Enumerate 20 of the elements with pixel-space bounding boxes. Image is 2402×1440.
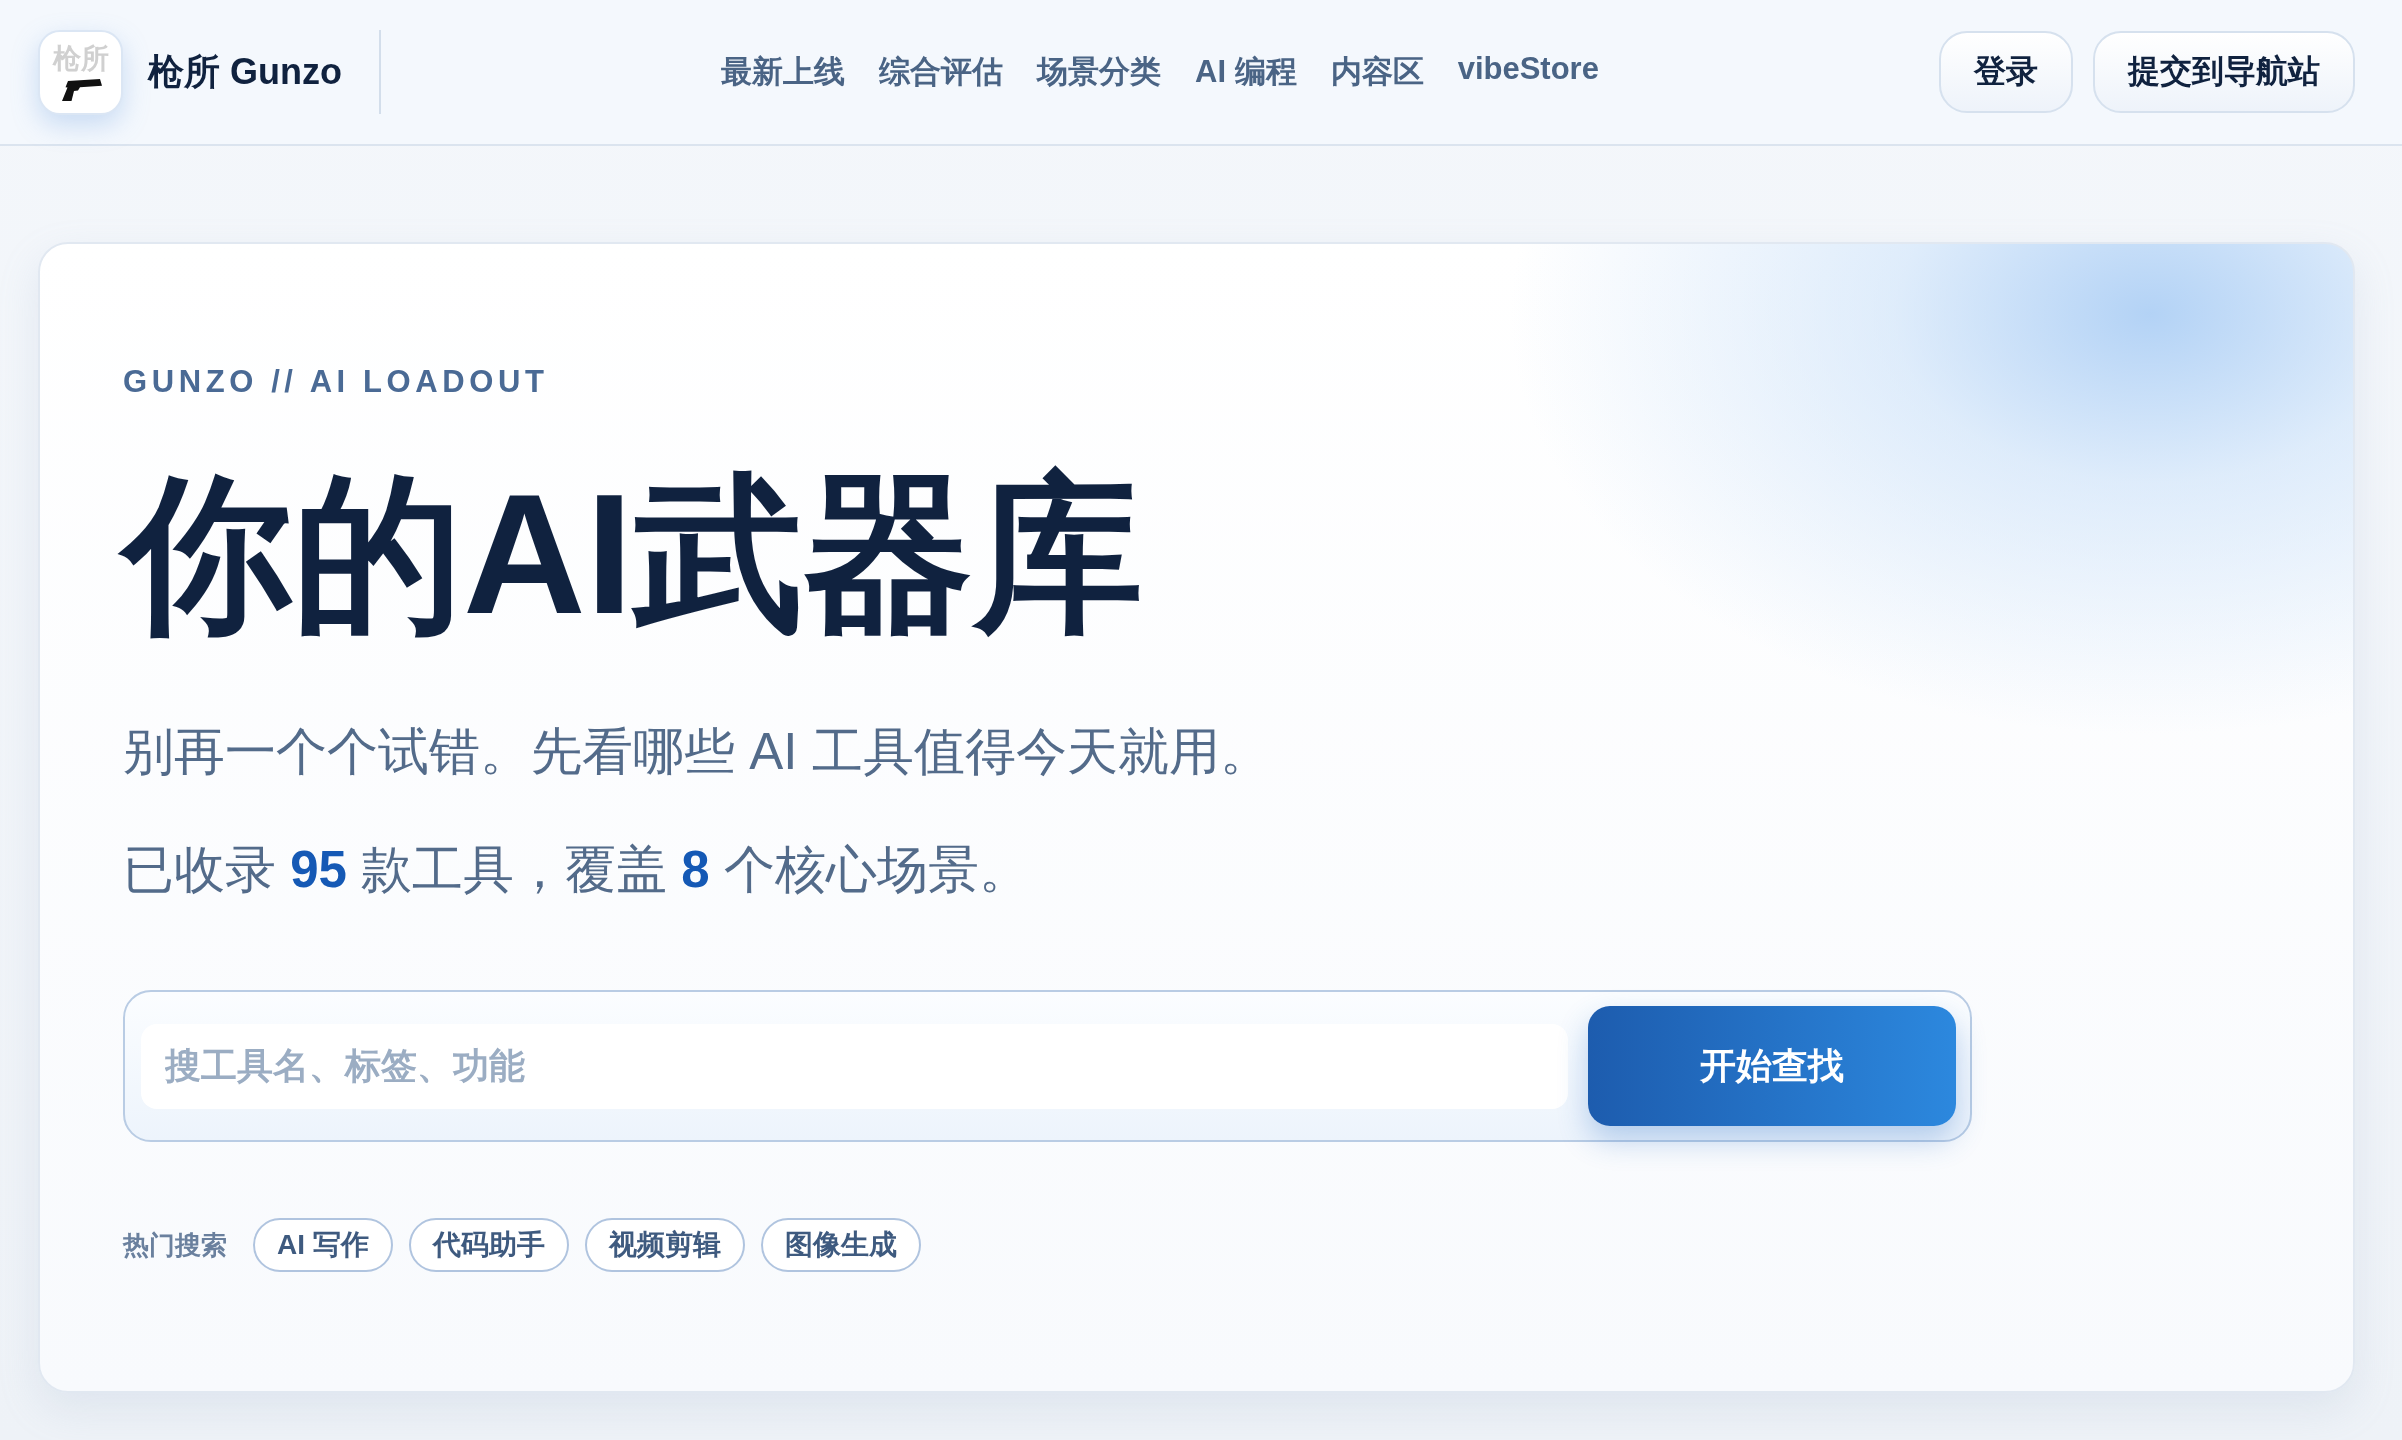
login-button[interactable]: 登录 xyxy=(1939,31,2073,113)
brand-name: 枪所 Gunzo xyxy=(148,49,342,94)
search-tag[interactable]: 视频剪辑 xyxy=(584,1218,745,1272)
pistol-icon xyxy=(62,78,102,101)
hero-title: 你的AI武器库 xyxy=(113,447,1153,662)
nav-link[interactable]: AI 编程 xyxy=(1195,51,1297,93)
search-tag[interactable]: 图像生成 xyxy=(760,1218,921,1272)
submit-button[interactable]: 提交到导航站 xyxy=(2093,31,2355,113)
hot-search-label: 热门搜索 xyxy=(123,1228,227,1262)
search-tag[interactable]: 代码助手 xyxy=(408,1218,569,1272)
search-button[interactable]: 开始查找 xyxy=(1588,1006,1956,1126)
eyebrow-text: GUNZO // AI LOADOUT xyxy=(123,363,549,401)
nav-link[interactable]: 最新上线 xyxy=(721,51,846,93)
nav-link[interactable]: 场景分类 xyxy=(1037,51,1162,93)
nav-link[interactable]: 综合评估 xyxy=(879,51,1004,93)
search-tag[interactable]: AI 写作 xyxy=(253,1218,393,1272)
stats-text: 已收录 95 款工具，覆盖 8 个核心场景。 xyxy=(123,840,1030,900)
nav-link[interactable]: 内容区 xyxy=(1330,51,1424,93)
hero-subtitle: 别再一个个试错。先看哪些 AI 工具值得今天就用。 xyxy=(123,722,1271,782)
nav-link[interactable]: vibeStore xyxy=(1457,51,1599,93)
